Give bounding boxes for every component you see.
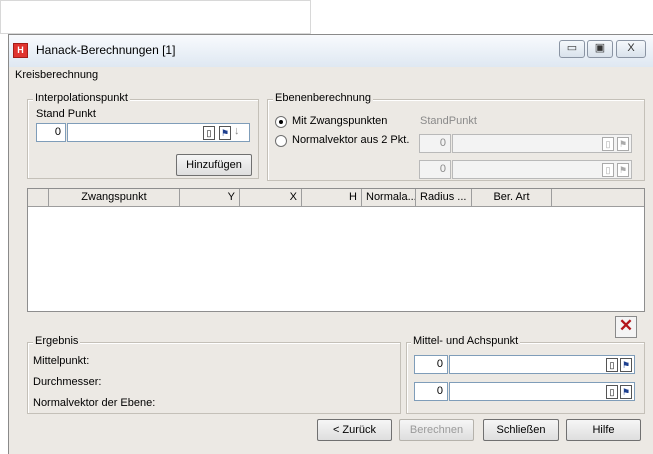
column-ber-art[interactable]: Ber. Art [472, 189, 552, 207]
select-icon-mittel-2[interactable]: ⚑ [620, 385, 632, 399]
select-icon-disabled: ⚑ [617, 137, 629, 151]
ergebnis-durchmesser: Durchmesser: [33, 376, 102, 388]
background-panel [0, 0, 311, 34]
ergebnis-mittelpunkt: Mittelpunkt: [33, 355, 90, 367]
column-x[interactable]: X [240, 189, 302, 207]
hinzufuegen-button[interactable]: Hinzufügen [176, 154, 252, 176]
column-h[interactable]: H [302, 189, 362, 207]
delete-x-icon[interactable]: ✕ [615, 316, 637, 338]
ebenen-field2-number: 0 [419, 160, 451, 179]
mittel-field2-text[interactable]: ▯ ⚑ [449, 382, 635, 401]
column-y[interactable]: Y [180, 189, 240, 207]
app-icon: H [13, 43, 28, 58]
mittel-group [406, 342, 645, 414]
column-zwangspunkt[interactable]: Zwangspunkt [49, 189, 180, 207]
mittel-field1-text[interactable]: ▯ ⚑ [449, 355, 635, 374]
column-radius[interactable]: Radius ... [416, 189, 472, 207]
radio-label-normalvektor: Normalvektor aus 2 Pkt. [292, 134, 410, 146]
mittel-field2-number[interactable]: 0 [414, 382, 448, 401]
minimize-button[interactable]: ▭ [559, 40, 585, 58]
standpunkt-number: 0 [54, 126, 61, 138]
ebenen-field1-text: ▯ ⚑ [452, 134, 632, 153]
mittel-field2-number-value: 0 [436, 385, 443, 397]
standpunkt-text-field[interactable]: ▯ ⚑ ↓ [67, 123, 250, 142]
arrow-down-icon[interactable]: ↓ [234, 125, 240, 137]
pick-point-icon-mittel-2[interactable]: ▯ [606, 385, 618, 399]
column-normala[interactable]: Normala... [362, 189, 416, 207]
ebenen-standpunkt-label: StandPunkt [420, 115, 477, 127]
ebenen-field1-number-value: 0 [439, 137, 446, 149]
berechnen-button: Berechnen [399, 419, 474, 441]
pick-point-icon-disabled: ▯ [602, 137, 614, 151]
radio-label-mit-zwangspunkten: Mit Zwangspunkten [292, 115, 388, 127]
standpunkt-label: Stand Punkt [36, 108, 96, 120]
mittel-group-label: Mittel- und Achspunkt [411, 335, 521, 347]
table-header: Zwangspunkt Y X H Normala... Radius ... … [28, 189, 644, 207]
close-window-button[interactable]: X [616, 40, 646, 58]
select-icon[interactable]: ⚑ [219, 126, 231, 140]
mittel-field1-number-value: 0 [436, 358, 443, 370]
pick-point-icon[interactable]: ▯ [203, 126, 215, 140]
title-bar: H Hanack-Berechnungen [1] ▭ ▣ X [9, 35, 653, 67]
hilfe-button[interactable]: Hilfe [566, 419, 641, 441]
radio-mit-zwangspunkten[interactable] [275, 116, 287, 128]
dialog-window: H Hanack-Berechnungen [1] ▭ ▣ X Kreisber… [8, 34, 653, 454]
select-icon-mittel-1[interactable]: ⚑ [620, 358, 632, 372]
pick-point-icon-disabled-2: ▯ [602, 163, 614, 177]
select-icon-disabled-2: ⚑ [617, 163, 629, 177]
mittel-field1-number[interactable]: 0 [414, 355, 448, 374]
zurueck-button[interactable]: < Zurück [317, 419, 392, 441]
radio-normalvektor[interactable] [275, 135, 287, 147]
window-title: Hanack-Berechnungen [1] [36, 43, 176, 57]
maximize-button[interactable]: ▣ [587, 40, 613, 58]
ebenen-field1-number: 0 [419, 134, 451, 153]
table-header-corner [28, 189, 49, 207]
ergebnis-group-label: Ergebnis [33, 335, 81, 347]
ebenen-field2-text: ▯ ⚑ [452, 160, 632, 179]
menu-kreisberechnung[interactable]: Kreisberechnung [15, 69, 98, 81]
ergebnis-normalvektor: Normalvektor der Ebene: [33, 397, 156, 409]
pick-point-icon-mittel-1[interactable]: ▯ [606, 358, 618, 372]
standpunkt-number-field[interactable]: 0 [36, 123, 66, 142]
interpolation-group-label: Interpolationspunkt [33, 92, 130, 104]
ebenen-field2-number-value: 0 [439, 163, 446, 175]
zwangspunkt-table[interactable]: Zwangspunkt Y X H Normala... Radius ... … [27, 188, 645, 312]
ebenen-group-label: Ebenenberechnung [273, 92, 374, 104]
schliessen-button[interactable]: Schließen [483, 419, 559, 441]
